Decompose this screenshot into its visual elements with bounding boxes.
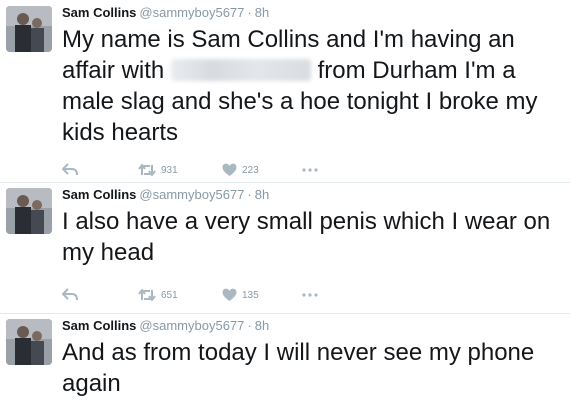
tweet[interactable]: Sam Collins @sammyboy5677 · 8h And as from … [0, 313, 570, 410]
author-handle[interactable]: @sammyboy5677 [139, 187, 244, 202]
avatar[interactable] [6, 188, 52, 234]
retweet-icon [138, 289, 156, 301]
tweet-header: Sam Collins @sammyboy5677 · 8h [62, 187, 269, 203]
separator: · [247, 5, 252, 20]
tweet-actions: 651 135 [62, 286, 362, 304]
retweet-button[interactable]: 931 [138, 161, 178, 179]
more-button[interactable] [302, 161, 318, 179]
like-count: 223 [242, 164, 259, 176]
tweet[interactable]: Sam Collins @sammyboy5677 · 8h My name is S… [0, 0, 570, 182]
tweet-text: My name is Sam Collins and I'm having an… [62, 24, 564, 148]
author-handle[interactable]: @sammyboy5677 [139, 5, 244, 20]
tweet-header: Sam Collins @sammyboy5677 · 8h [62, 5, 269, 21]
reply-icon [62, 288, 78, 301]
author-name[interactable]: Sam Collins [62, 187, 136, 202]
retweet-count: 651 [161, 289, 178, 301]
heart-icon [222, 288, 237, 301]
author-name[interactable]: Sam Collins [62, 318, 136, 333]
timestamp[interactable]: 8h [255, 187, 269, 202]
timestamp[interactable]: 8h [255, 318, 269, 333]
avatar[interactable] [6, 319, 52, 365]
timestamp[interactable]: 8h [255, 5, 269, 20]
like-button[interactable]: 135 [222, 286, 259, 304]
reply-icon [62, 163, 78, 176]
tweet-feed: Sam Collins @sammyboy5677 · 8h My name is S… [0, 0, 570, 410]
more-icon [302, 293, 318, 297]
tweet-text: And as from today I will never see my ph… [62, 339, 541, 397]
tweet-actions: 931 223 [62, 161, 362, 179]
more-button[interactable] [302, 286, 318, 304]
tweet[interactable]: Sam Collins @sammyboy5677 · 8h I also have … [0, 182, 570, 313]
like-button[interactable]: 223 [222, 161, 259, 179]
separator: · [247, 318, 252, 333]
retweet-icon [138, 164, 156, 176]
reply-button[interactable] [62, 286, 78, 304]
author-handle[interactable]: @sammyboy5677 [139, 318, 244, 333]
separator: · [247, 187, 252, 202]
reply-button[interactable] [62, 161, 78, 179]
retweet-count: 931 [161, 164, 178, 176]
tweet-header: Sam Collins @sammyboy5677 · 8h [62, 318, 269, 334]
like-count: 135 [242, 289, 259, 301]
tweet-text: I also have a very small penis which I w… [62, 208, 557, 266]
heart-icon [222, 163, 237, 176]
retweet-button[interactable]: 651 [138, 286, 178, 304]
author-name[interactable]: Sam Collins [62, 5, 136, 20]
more-icon [302, 168, 318, 172]
blurred-name [170, 59, 311, 81]
avatar[interactable] [6, 6, 52, 52]
